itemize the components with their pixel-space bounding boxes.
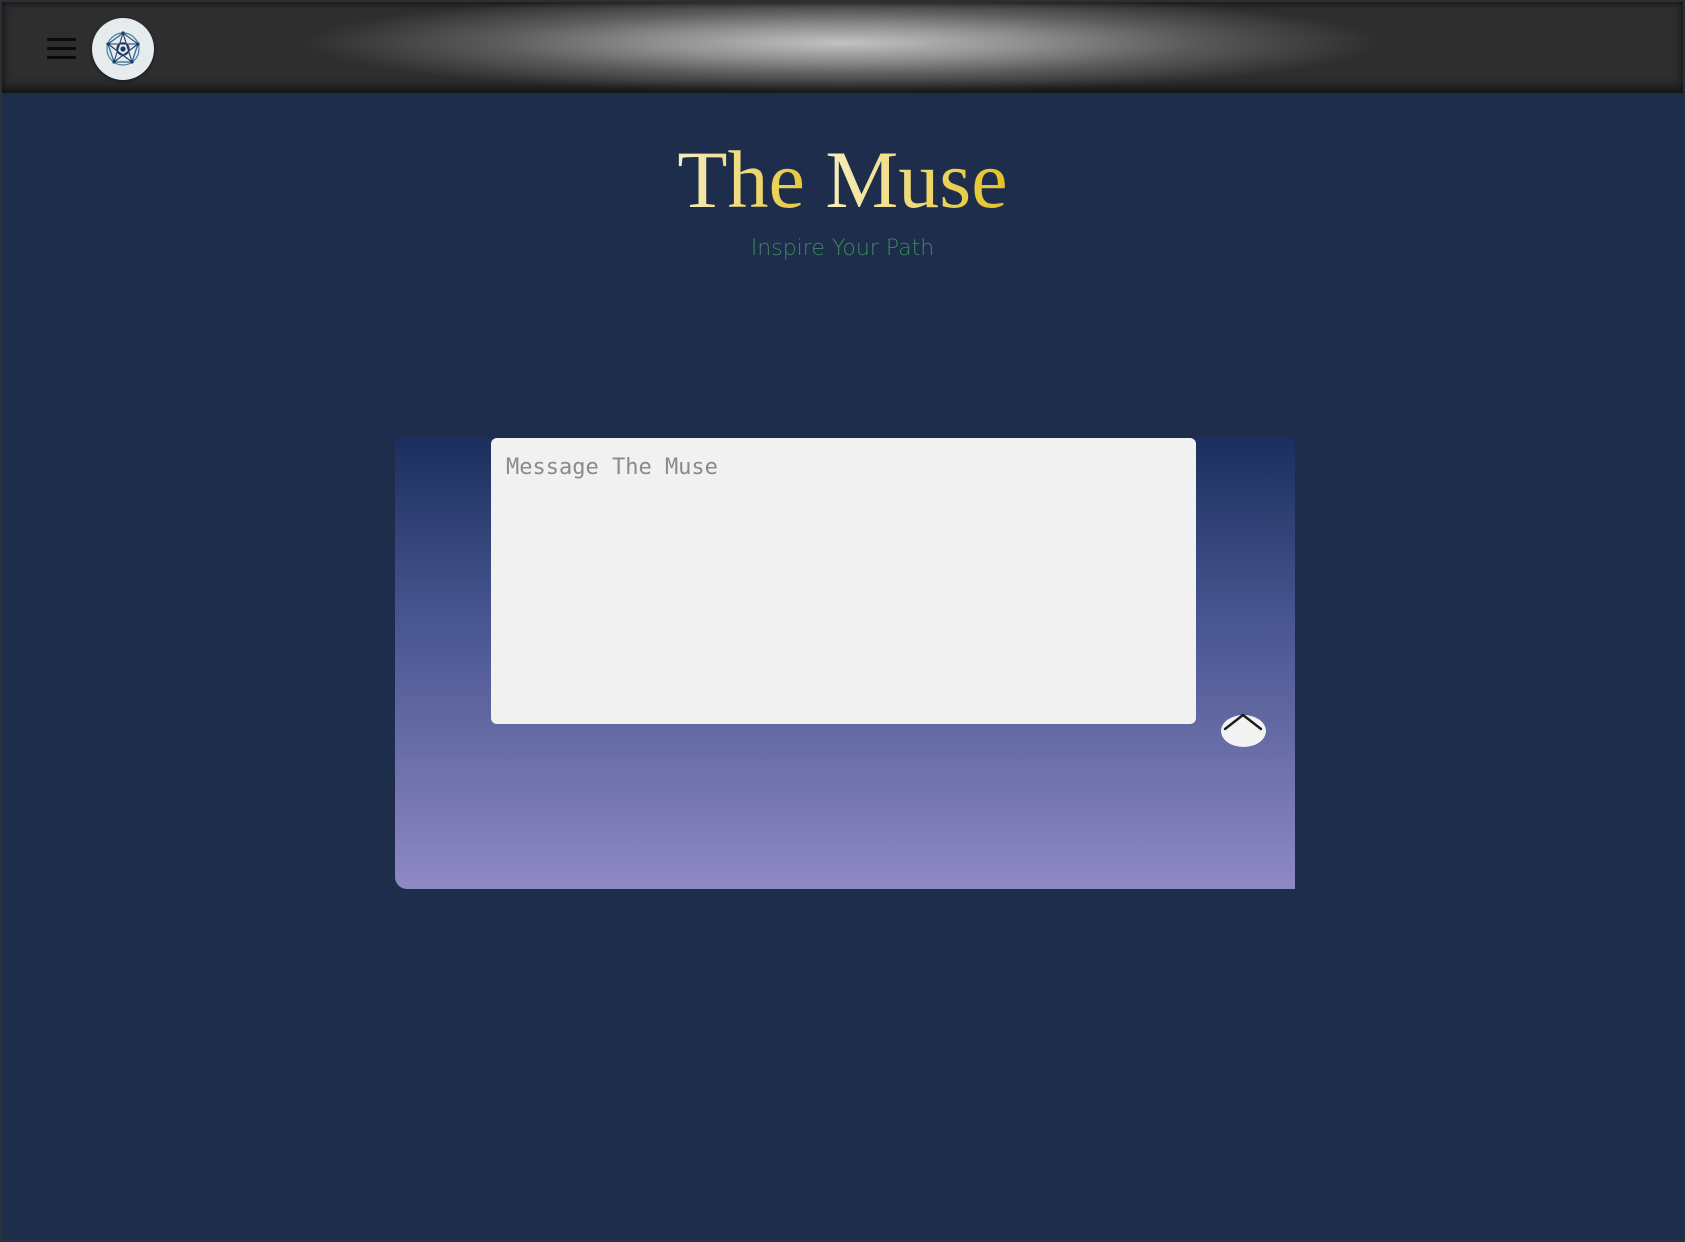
logo-button[interactable] [92,18,154,80]
page-title: The Muse [2,130,1683,230]
page-title-part-1: The [677,134,826,225]
message-input[interactable] [491,438,1196,724]
page-title-part-2: Muse [825,134,1008,225]
chevron-up-icon [1223,713,1263,731]
hamburger-menu-icon[interactable] [42,34,76,62]
message-panel [395,438,1295,889]
top-bar [2,2,1683,93]
menu-bar-line [47,47,76,50]
app-frame: The Muse Inspire Your Path [2,2,1683,1240]
send-button[interactable] [1221,713,1266,747]
menu-bar-line [47,38,76,41]
page-subtitle: Inspire Your Path [750,236,935,261]
menu-bar-line [47,56,76,59]
geometric-star-logo-icon [106,31,140,66]
